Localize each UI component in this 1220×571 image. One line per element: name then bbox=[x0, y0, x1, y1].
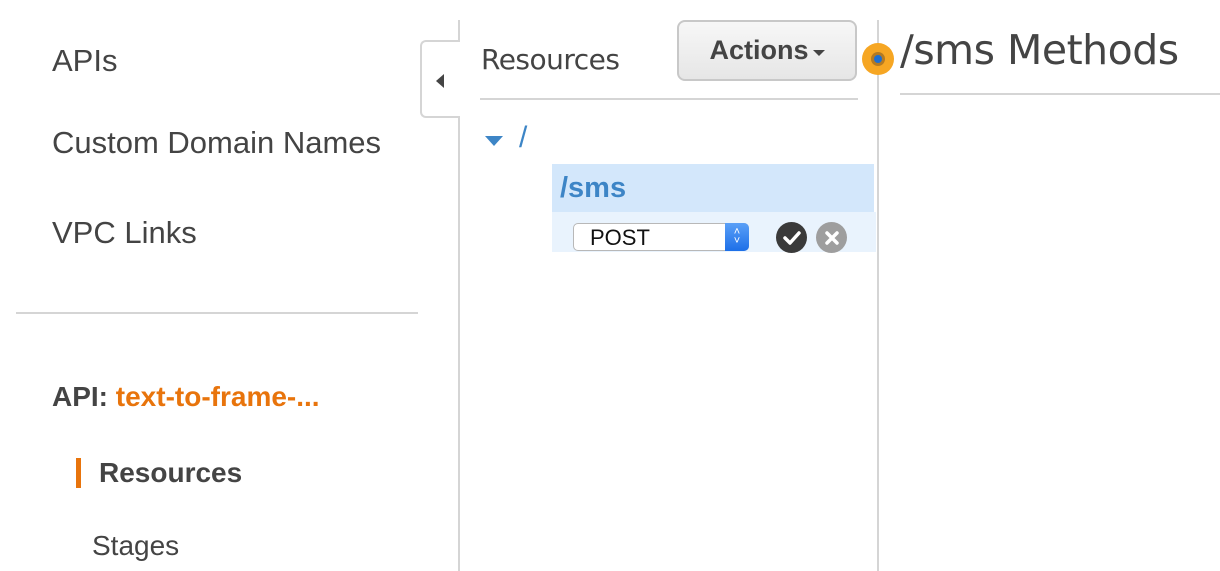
resources-heading: Resources bbox=[481, 43, 620, 76]
nav-divider bbox=[16, 312, 418, 314]
actions-button[interactable]: Actions bbox=[677, 20, 857, 81]
method-select[interactable]: POST ˄ ˅ bbox=[573, 223, 749, 251]
resource-sms-label: /sms bbox=[560, 172, 627, 204]
method-select-value: POST bbox=[590, 225, 650, 250]
cancel-x-icon[interactable] bbox=[816, 222, 847, 253]
methods-title: /sms Methods bbox=[900, 26, 1179, 74]
nav-item-vpc-links[interactable]: VPC Links bbox=[52, 215, 197, 251]
methods-divider bbox=[900, 93, 1220, 95]
caret-left-icon bbox=[436, 74, 444, 88]
resource-root[interactable]: / bbox=[519, 121, 527, 155]
resource-sms-row[interactable]: /sms bbox=[552, 164, 874, 212]
nav-item-custom-domain-names[interactable]: Custom Domain Names bbox=[52, 125, 381, 161]
api-prefix: API: bbox=[52, 381, 108, 412]
nav-item-resources[interactable]: Resources bbox=[99, 457, 242, 489]
resources-divider bbox=[480, 98, 858, 100]
cursor-indicator-icon bbox=[862, 43, 894, 75]
nav-item-stages[interactable]: Stages bbox=[92, 530, 179, 562]
confirm-check-icon[interactable] bbox=[776, 222, 807, 253]
select-arrows-icon: ˄ ˅ bbox=[725, 223, 749, 251]
api-title: API: text-to-frame-... bbox=[52, 381, 320, 413]
api-name-link[interactable]: text-to-frame-... bbox=[116, 381, 320, 412]
active-indicator bbox=[76, 458, 81, 488]
nav-item-apis[interactable]: APIs bbox=[52, 43, 117, 79]
panel-divider-right bbox=[877, 20, 879, 571]
collapse-sidebar-button[interactable] bbox=[420, 40, 460, 118]
new-method-row: POST ˄ ˅ bbox=[552, 212, 876, 253]
actions-label: Actions bbox=[709, 35, 809, 65]
expand-caret-icon[interactable] bbox=[485, 136, 503, 146]
caret-down-icon bbox=[812, 49, 825, 56]
